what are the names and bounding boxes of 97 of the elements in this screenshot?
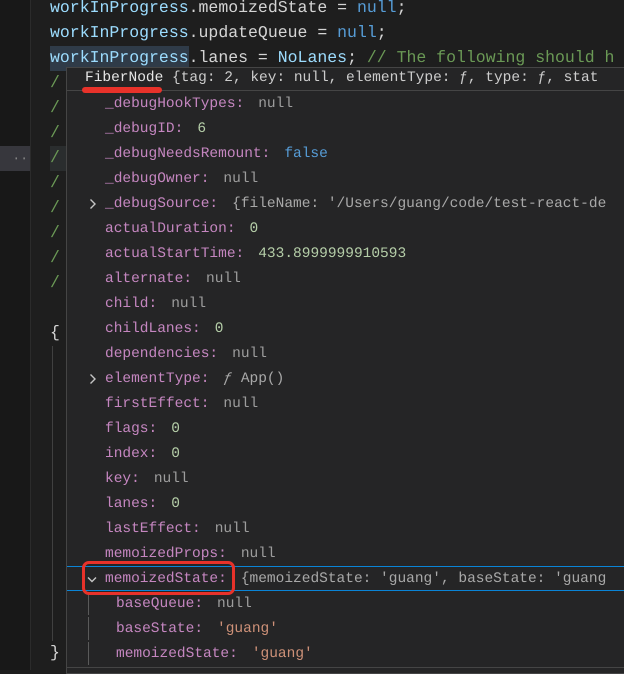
code-comment: / <box>50 247 60 270</box>
property-row[interactable]: _debugID: 6 <box>67 116 624 141</box>
property-key: baseQueue: <box>116 594 204 612</box>
property-key: baseState: <box>116 620 204 638</box>
code-token: NoLanes <box>278 47 348 70</box>
property-key: actualStartTime: <box>105 244 244 262</box>
object-summary: {tag: 2, key: null, elementType: ƒ, type: ƒ, stat <box>171 69 598 88</box>
property-value: {fileName: '/Users/guang/code/test-react-de <box>232 194 606 212</box>
property-row[interactable]: index: 0 <box>67 441 624 466</box>
property-value: 0 <box>214 320 224 338</box>
property-key: elementType: <box>105 370 210 388</box>
code-token: .updateQueue = <box>188 22 328 44</box>
property-value: 'guang' <box>252 644 313 662</box>
property-key: lastEffect: <box>105 520 201 538</box>
property-value: 'guang' <box>217 620 278 638</box>
code-token: .lanes = <box>188 47 269 70</box>
property-value: null <box>171 294 206 312</box>
code-comment: / <box>50 97 60 120</box>
property-row[interactable]: alternate: null <box>67 266 624 291</box>
code-token: ; <box>347 47 358 70</box>
code-token: .memoizedState = <box>188 0 348 20</box>
property-row[interactable]: baseState: 'guang' <box>67 616 624 641</box>
property-value: null <box>154 470 189 488</box>
code-token: ; <box>396 0 406 20</box>
property-value: 433.8999999910593 <box>258 244 406 262</box>
property-row[interactable]: child: null <box>67 291 624 316</box>
property-row[interactable]: firstEffect: null <box>67 391 624 416</box>
property-value: null <box>206 270 241 288</box>
property-row[interactable]: memoizedState: {memoizedState: 'guang', baseState: 'guang <box>67 566 624 591</box>
property-row[interactable]: elementType: ƒ App() <box>67 366 624 391</box>
property-key: childLanes: <box>105 320 201 338</box>
property-key: lanes: <box>105 494 158 512</box>
property-row[interactable]: key: null <box>67 466 624 491</box>
property-row[interactable]: _debugNeedsRemount: false <box>67 141 624 166</box>
property-key: _debugNeedsRemount: <box>105 144 270 162</box>
property-row[interactable]: flags: 0 <box>67 416 624 441</box>
property-value: {memoizedState: 'guang', baseState: 'guang <box>240 570 606 588</box>
property-key: alternate: <box>105 270 192 288</box>
chevron-right-icon[interactable] <box>89 372 97 384</box>
class-name: FiberNode <box>85 69 164 88</box>
property-key: _debugHookTypes: <box>105 94 244 112</box>
code-comment: / <box>50 172 60 194</box>
property-value: null <box>214 520 250 538</box>
property-value: false <box>284 144 328 162</box>
property-row[interactable]: _debugOwner: null <box>67 166 624 191</box>
property-row[interactable]: memoizedState: 'guang' <box>67 641 624 666</box>
property-key: child: <box>105 294 158 312</box>
property-value: 0 <box>171 444 180 462</box>
property-value: null <box>223 170 258 188</box>
property-row[interactable]: lanes: 0 <box>67 491 624 516</box>
code-comment: / <box>50 147 60 170</box>
property-key: _debugSource: <box>105 194 218 212</box>
property-row[interactable]: childLanes: 0 <box>67 316 624 341</box>
code-token: null <box>337 22 377 44</box>
property-row[interactable]: _debugHookTypes: null <box>67 91 624 116</box>
property-row[interactable]: baseQueue: null <box>67 591 624 616</box>
property-value: ƒ App() <box>223 370 284 388</box>
code-token: workInProgress <box>50 0 189 20</box>
property-row[interactable]: lastEffect: null <box>67 516 624 541</box>
property-value: 0 <box>250 220 258 238</box>
code-comment: // The following should h <box>366 47 614 70</box>
chevron-down-icon[interactable] <box>87 574 97 582</box>
property-value: null <box>258 94 294 112</box>
property-value: null <box>232 344 267 362</box>
property-key: memoizedProps: <box>105 544 227 562</box>
property-value: null <box>240 544 276 562</box>
property-row[interactable]: dependencies: null <box>67 341 624 366</box>
code-comment: / <box>50 222 60 244</box>
property-row[interactable]: memoizedProps: null <box>67 541 624 566</box>
property-key: _debugOwner: <box>105 170 210 188</box>
property-value: 0 <box>171 420 180 438</box>
property-value: 0 <box>171 494 180 512</box>
property-value: 6 <box>197 120 206 138</box>
property-row[interactable]: _debugSource: {fileName: '/Users/guang/code/test-react-de <box>67 191 624 216</box>
property-key: memoizedState: <box>105 570 227 588</box>
property-key: actualDuration: <box>105 220 236 238</box>
code-comment: / <box>50 197 60 220</box>
code-token: workInProgress <box>50 22 189 44</box>
property-key: _debugID: <box>105 120 184 138</box>
code-token: null <box>356 0 397 20</box>
code-token: ; <box>376 22 387 44</box>
property-key: firstEffect: <box>105 394 210 412</box>
property-row[interactable]: actualDuration: 0 <box>67 216 624 241</box>
property-key: memoizedState: <box>116 644 238 662</box>
chevron-right-icon[interactable] <box>89 198 97 210</box>
property-row[interactable]: actualStartTime: 433.8999999910593 <box>67 241 624 266</box>
property-value: null <box>223 394 258 412</box>
property-key: index: <box>105 444 158 462</box>
property-value: null <box>217 594 252 612</box>
property-key: dependencies: <box>105 344 218 362</box>
property-key: key: <box>105 470 140 488</box>
property-key: flags: <box>105 420 158 438</box>
code-comment: / <box>50 72 60 94</box>
code-comment: / <box>50 122 60 144</box>
code-brace: } <box>50 642 60 664</box>
code-comment: / <box>50 272 60 294</box>
code-brace: { <box>50 322 60 344</box>
